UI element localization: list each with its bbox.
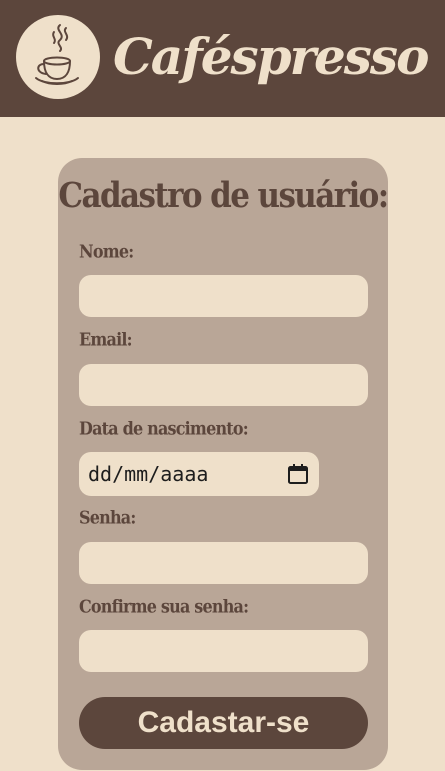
- password-label: Senha:: [79, 506, 136, 529]
- site-header: Caféspresso: [0, 0, 445, 117]
- email-input[interactable]: [79, 364, 368, 406]
- birthdate-placeholder: dd/mm/aaaa: [88, 462, 209, 486]
- coffee-cup-icon: [35, 24, 79, 85]
- confirm-password-input[interactable]: [79, 630, 368, 672]
- name-label: Nome:: [79, 240, 134, 263]
- brand-name: Caféspresso: [113, 27, 429, 86]
- form-title: Cadastro de usuário:: [58, 175, 389, 217]
- registration-form: Cadastro de usuário: Nome: Email: Data d…: [58, 158, 389, 770]
- confirm-password-label: Confirme sua senha:: [79, 595, 249, 618]
- calendar-icon[interactable]: [287, 463, 309, 485]
- logo[interactable]: [16, 15, 100, 99]
- birthdate-input[interactable]: dd/mm/aaaa: [79, 452, 319, 496]
- birthdate-label: Data de nascimento:: [79, 417, 249, 440]
- email-label: Email:: [79, 328, 133, 351]
- submit-button[interactable]: Cadastar-se: [79, 697, 368, 749]
- name-input[interactable]: [79, 275, 368, 317]
- password-input[interactable]: [79, 542, 368, 584]
